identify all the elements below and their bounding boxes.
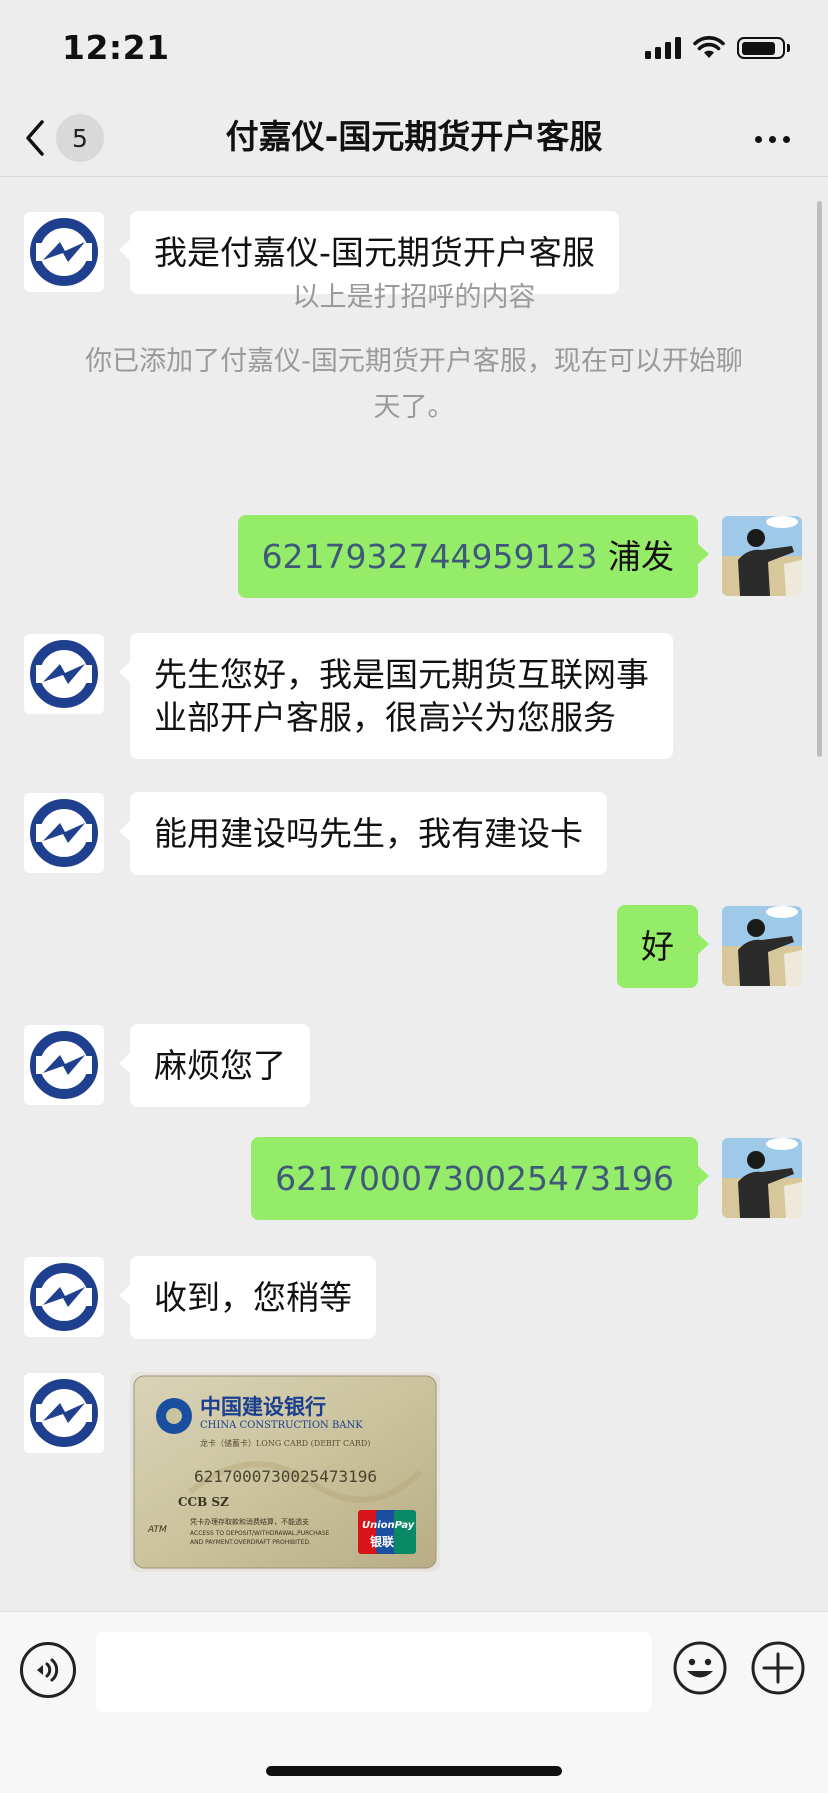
- message-text: 能用建设吗先生，我有建设卡: [154, 814, 583, 853]
- chat-area[interactable]: 我是付嘉仪-国元期货开户客服 以上是打招呼的内容 你已添加了付嘉仪-国元期货开户…: [0, 177, 828, 1610]
- unread-count-badge: 5: [56, 114, 104, 162]
- battery-icon: [737, 37, 790, 59]
- card-notice-en: ACCESS TO DEPOSIT/WITHDRAWAL,PURCHASE: [190, 1530, 330, 1537]
- card-number: 6217000730025473196: [194, 1467, 377, 1486]
- company-logo-icon: [24, 634, 104, 714]
- more-button[interactable]: [742, 114, 802, 164]
- company-logo-icon: [24, 793, 104, 873]
- message-text: 我是付嘉仪-国元期货开户客服: [154, 233, 595, 272]
- message-text: 麻烦您了: [154, 1046, 286, 1085]
- message-text: 收到，您稍等: [154, 1278, 352, 1317]
- system-note-greeting: 以上是打招呼的内容: [292, 282, 536, 313]
- back-button[interactable]: 5: [22, 108, 122, 168]
- card-type: 龙卡（储蓄卡）LONG CARD (DEBIT CARD): [200, 1438, 370, 1448]
- bank-card-photo: 中国建设银行 CHINA CONSTRUCTION BANK 龙卡（储蓄卡）LO…: [130, 1372, 440, 1572]
- my-avatar[interactable]: [722, 1138, 802, 1218]
- emoji-button[interactable]: [672, 1640, 728, 1696]
- chat-title: 付嘉仪-国元期货开户客服: [225, 117, 603, 156]
- user-avatar-icon: [722, 516, 802, 596]
- plus-button[interactable]: [750, 1640, 806, 1696]
- contact-avatar[interactable]: [24, 634, 104, 714]
- plus-icon: [751, 1641, 805, 1695]
- card-number-link[interactable]: 6217000730025473196: [275, 1159, 674, 1198]
- message-bubble-incoming[interactable]: 收到，您稍等: [119, 1256, 376, 1339]
- voice-button[interactable]: [20, 1642, 76, 1698]
- status-icons: [645, 36, 790, 60]
- voice-icon: [37, 1658, 59, 1682]
- message-text: 业部开户客服，很高兴为您服务: [154, 698, 616, 737]
- chevron-left-icon: [26, 120, 44, 156]
- unionpay-text: UnionPay: [362, 1520, 415, 1531]
- message-text: 浦发: [597, 537, 674, 576]
- message-bubble-incoming[interactable]: 先生您好，我是国元期货互联网事 业部开户客服，很高兴为您服务: [119, 633, 673, 759]
- message-text: 好: [641, 927, 674, 966]
- home-indicator[interactable]: [266, 1766, 562, 1776]
- card-bank-name-en: CHINA CONSTRUCTION BANK: [200, 1420, 363, 1431]
- bank-card-image[interactable]: 中国建设银行 CHINA CONSTRUCTION BANK 龙卡（储蓄卡）LO…: [130, 1372, 440, 1572]
- wifi-icon: [693, 36, 725, 58]
- status-bar: 12:21: [0, 0, 828, 100]
- emoji-icon: [673, 1641, 727, 1695]
- user-avatar-icon: [722, 1138, 802, 1218]
- my-avatar[interactable]: [722, 906, 802, 986]
- company-logo-icon: [24, 1373, 104, 1453]
- card-notice-en: AND PAYMENT.OVERDRAFT PROHIBITED.: [190, 1539, 311, 1546]
- message-input[interactable]: [96, 1632, 652, 1712]
- unionpay-logo: UnionPay 银联: [358, 1510, 416, 1554]
- status-time: 12:21: [62, 28, 170, 67]
- message-text: 先生您好，我是国元期货互联网事: [154, 655, 649, 694]
- unionpay-text-cn: 银联: [370, 1534, 394, 1549]
- message-bubble-outgoing[interactable]: 6217000730025473196: [251, 1137, 709, 1220]
- card-bank-name: 中国建设银行: [200, 1394, 326, 1419]
- company-logo-icon: [24, 1025, 104, 1105]
- message-bubble-incoming[interactable]: 能用建设吗先生，我有建设卡: [119, 792, 607, 875]
- company-logo-icon: [24, 1257, 104, 1337]
- card-number-link[interactable]: 6217932744959123: [262, 537, 598, 576]
- card-atm: ATM: [147, 1525, 167, 1535]
- contact-avatar[interactable]: [24, 1257, 104, 1337]
- scrollbar[interactable]: [817, 201, 822, 757]
- input-bar: [0, 1611, 828, 1793]
- card-notice-cn: 凭卡办理存取款和消费结算，不能透支: [190, 1517, 309, 1526]
- nav-bar: 5 付嘉仪-国元期货开户客服: [0, 100, 828, 177]
- my-avatar[interactable]: [722, 516, 802, 596]
- system-note-added: 你已添加了付嘉仪-国元期货开户客服，现在可以开始聊 天了。: [85, 346, 743, 423]
- card-branch: CCB SZ: [178, 1495, 229, 1509]
- message-bubble-outgoing[interactable]: 好: [617, 905, 709, 988]
- more-dots-icon: [754, 135, 762, 143]
- cellular-signal-icon: [645, 37, 681, 59]
- contact-avatar[interactable]: [24, 1025, 104, 1105]
- user-avatar-icon: [722, 906, 802, 986]
- message-bubble-outgoing[interactable]: 6217932744959123 浦发: [237, 515, 710, 598]
- message-bubble-incoming[interactable]: 麻烦您了: [119, 1024, 310, 1107]
- contact-avatar[interactable]: [24, 793, 104, 873]
- contact-avatar[interactable]: [24, 1373, 104, 1453]
